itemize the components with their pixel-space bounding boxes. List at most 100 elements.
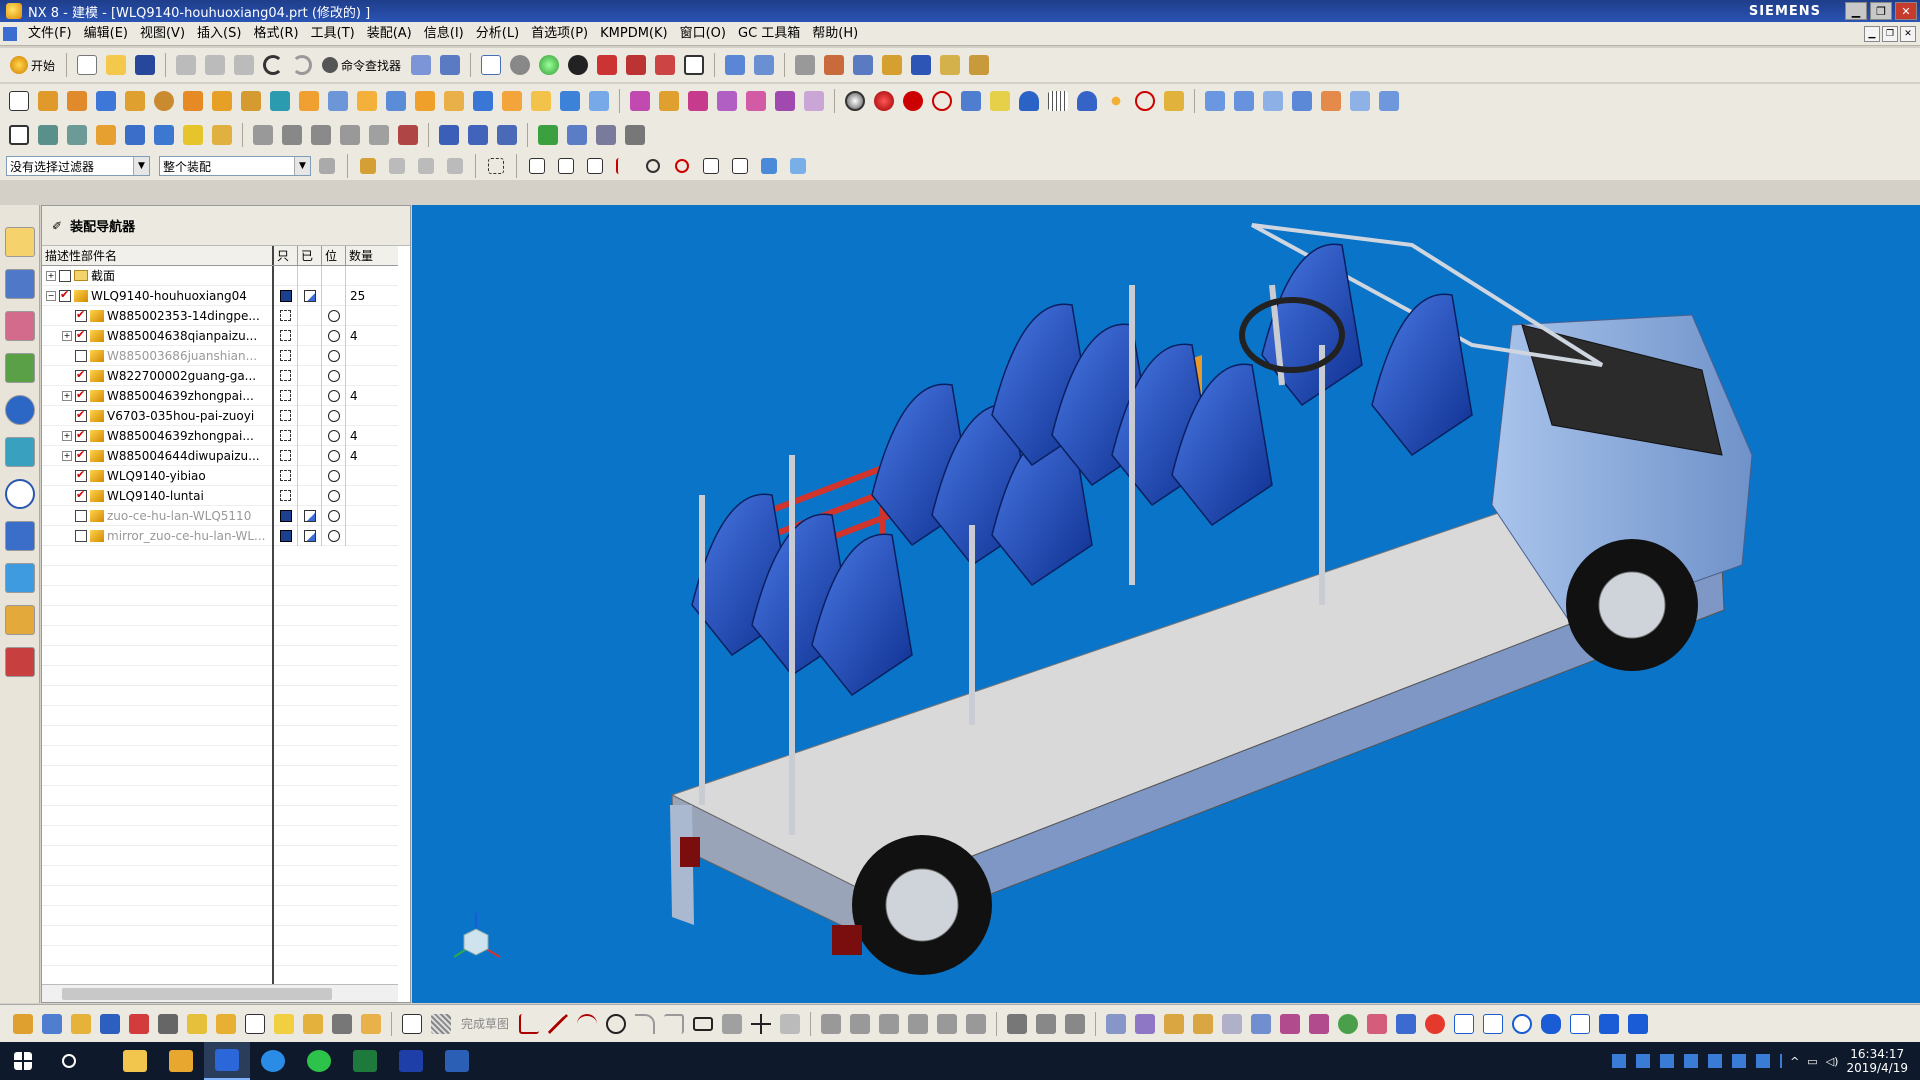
column-position[interactable]: 位	[322, 246, 346, 265]
table-row[interactable]: W885003686juanshian...	[42, 345, 398, 366]
make-corner-icon[interactable]	[876, 1011, 902, 1037]
visibility-checkbox[interactable]	[75, 488, 87, 502]
component-name-cell[interactable]: + 截面	[42, 265, 274, 286]
expand-toggle-icon[interactable]: −	[46, 290, 56, 301]
component-name-cell[interactable]: W822700002guang-ga...	[42, 365, 274, 386]
point-icon[interactable]	[242, 1011, 268, 1037]
menu-preferences[interactable]: 首选项(P)	[525, 23, 594, 45]
sketch-icon[interactable]	[399, 1011, 425, 1037]
shirt-icon[interactable]	[1596, 1011, 1622, 1037]
snap-face-icon[interactable]	[756, 153, 782, 179]
menu-analysis[interactable]: 分析(L)	[470, 23, 525, 45]
mdi-minimize-button[interactable]: ▁	[1864, 25, 1880, 42]
emoji-icon[interactable]	[1509, 1011, 1535, 1037]
reference-set-icon[interactable]	[271, 1011, 297, 1037]
table-icon[interactable]	[593, 122, 619, 148]
sphere-icon[interactable]	[151, 88, 177, 114]
selection-scope-select[interactable]: 整个装配 ▼	[159, 156, 311, 176]
menu-window[interactable]: 窗口(O)	[674, 23, 732, 45]
keyboard-icon[interactable]	[1567, 1011, 1593, 1037]
show-icon[interactable]	[958, 88, 984, 114]
search-icon[interactable]	[46, 1042, 92, 1080]
trim-sheet-icon[interactable]	[1376, 88, 1402, 114]
menu-edit[interactable]: 编辑(E)	[78, 23, 134, 45]
table-row[interactable]: + 截面	[42, 265, 398, 286]
line-icon[interactable]	[279, 122, 305, 148]
view-cube-icon[interactable]	[652, 52, 678, 78]
expand-toggle-icon[interactable]: +	[62, 330, 72, 341]
profile-icon[interactable]	[516, 1011, 542, 1037]
visibility-checkbox[interactable]	[75, 448, 87, 462]
maximize-button[interactable]: ❐	[1870, 2, 1892, 20]
chevron-up-icon[interactable]: ^	[1790, 1055, 1799, 1068]
table-row[interactable]: + W885004638qianpaizu... 4	[42, 325, 398, 346]
finish-sketch-icon[interactable]	[428, 1011, 454, 1037]
iso-curve-icon[interactable]	[1306, 1011, 1332, 1037]
attach-icon[interactable]	[300, 1011, 326, 1037]
selection-filter-select[interactable]: 没有选择过滤器 ▼	[6, 156, 150, 176]
ime-mode-icon[interactable]	[1451, 1011, 1477, 1037]
hide-icon[interactable]	[929, 88, 955, 114]
add-component-icon[interactable]	[35, 122, 61, 148]
clock[interactable]: 16:34:17 2019/4/19	[1846, 1047, 1908, 1075]
user-icon[interactable]	[1016, 88, 1042, 114]
spring-icon[interactable]	[494, 122, 520, 148]
arrangement-icon[interactable]	[209, 122, 235, 148]
clock-tab[interactable]	[5, 479, 35, 509]
ruler-icon[interactable]	[937, 52, 963, 78]
app-icon[interactable]	[388, 1042, 434, 1080]
clearance-icon[interactable]	[564, 122, 590, 148]
history-tab[interactable]	[5, 437, 35, 467]
explode-icon[interactable]	[126, 1011, 152, 1037]
start-menu-icon[interactable]	[0, 1042, 46, 1080]
snap-bounded-icon[interactable]	[785, 153, 811, 179]
fit-view-icon[interactable]	[478, 52, 504, 78]
snap-control-icon[interactable]	[582, 153, 608, 179]
surface-icon[interactable]	[1202, 88, 1228, 114]
volume-icon[interactable]: ◁)	[1826, 1055, 1839, 1068]
mdi-close-button[interactable]: ✕	[1900, 25, 1916, 42]
mirror-assembly-icon[interactable]	[180, 122, 206, 148]
nx-app-icon[interactable]	[6, 3, 22, 19]
component-name-cell[interactable]: mirror_zuo-ce-hu-lan-WL...	[42, 525, 274, 546]
swoop-icon[interactable]	[1190, 1011, 1216, 1037]
menu-icon[interactable]	[0, 23, 22, 45]
play-icon[interactable]	[908, 52, 934, 78]
grid-menu-icon[interactable]	[1625, 1011, 1651, 1037]
table-row[interactable]: V6703-035hou-pai-zuoyi	[42, 405, 398, 426]
orient-icon[interactable]	[565, 52, 591, 78]
background-icon[interactable]	[681, 52, 707, 78]
new-component-icon[interactable]	[64, 122, 90, 148]
redo-icon[interactable]	[289, 52, 315, 78]
pattern-curve-icon[interactable]	[934, 1011, 960, 1037]
menu-kmpdm[interactable]: KMPDM(K)	[594, 23, 673, 45]
move-object-icon[interactable]	[751, 52, 777, 78]
offset-curve-icon[interactable]	[905, 1011, 931, 1037]
menu-gc-toolbox[interactable]: GC 工具箱	[732, 23, 806, 45]
block-icon[interactable]	[93, 88, 119, 114]
menu-help[interactable]: 帮助(H)	[806, 23, 864, 45]
snap-endpoint-icon[interactable]	[524, 153, 550, 179]
file-explorer-icon[interactable]	[112, 1042, 158, 1080]
punctuation-icon[interactable]	[1480, 1011, 1506, 1037]
process-studio-tab[interactable]	[5, 521, 35, 551]
column-readonly[interactable]: 只	[274, 246, 298, 265]
menu-view[interactable]: 视图(V)	[134, 23, 191, 45]
web-browser-tab[interactable]	[5, 395, 35, 425]
expand-toggle-icon[interactable]: +	[46, 270, 56, 281]
cylinder-icon[interactable]	[122, 88, 148, 114]
trim-body-icon[interactable]	[470, 88, 496, 114]
network-icon[interactable]: ▭	[1807, 1055, 1817, 1068]
studio-surface-icon[interactable]	[1132, 1011, 1158, 1037]
plus-tool-icon[interactable]	[748, 1011, 774, 1037]
check-icon[interactable]	[535, 122, 561, 148]
shell-icon[interactable]	[354, 88, 380, 114]
pattern-icon[interactable]	[412, 88, 438, 114]
visibility-checkbox[interactable]	[75, 368, 87, 382]
component-name-cell[interactable]: + W885004639zhongpai...	[42, 425, 274, 446]
grid-icon[interactable]	[1045, 88, 1071, 114]
component-name-cell[interactable]: WLQ9140-yibiao	[42, 465, 274, 486]
tools-icon[interactable]	[1161, 88, 1187, 114]
snap-intersection-icon[interactable]	[611, 153, 637, 179]
table-row[interactable]: + W885004639zhongpai... 4	[42, 425, 398, 446]
